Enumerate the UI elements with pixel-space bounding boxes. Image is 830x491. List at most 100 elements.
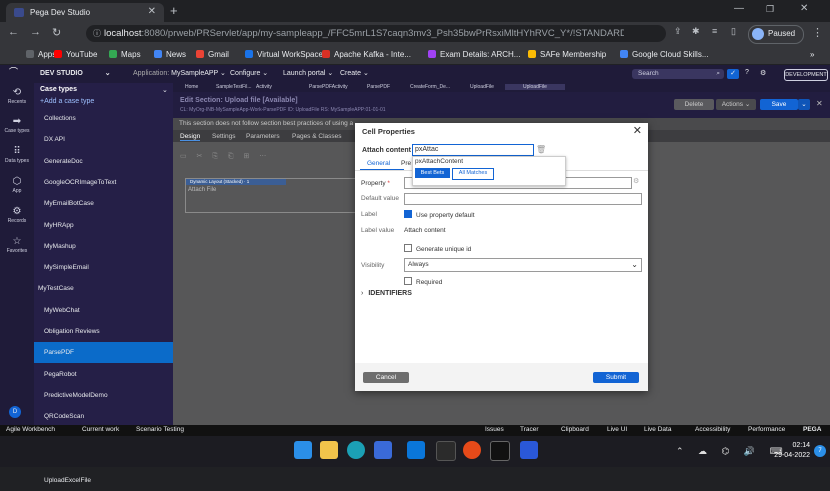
case-type-item[interactable]: UploadExcelFile <box>34 470 173 491</box>
notification-badge[interactable]: 7 <box>814 445 826 457</box>
status-item[interactable]: Current work <box>82 426 119 433</box>
address-bar[interactable]: ⓘ localhost:8080/prweb/PRServlet/app/my-… <box>86 25 666 42</box>
extensions-icon[interactable]: ✱ <box>692 26 700 37</box>
pega-logo-icon[interactable]: ⌒ <box>9 68 27 77</box>
work-tab[interactable]: Activity <box>256 84 272 90</box>
case-type-item[interactable]: MySimpleEmail <box>34 257 173 278</box>
add-case-type-link[interactable]: +Add a case type <box>40 98 94 105</box>
nav-case-types[interactable]: ➡ Case types <box>0 116 34 134</box>
bookmark-7[interactable]: Exam Details: ARCH... <box>428 50 520 59</box>
all-matches-tab[interactable]: All Matches <box>452 168 494 180</box>
new-tab-button[interactable]: + <box>170 3 178 18</box>
trash-icon[interactable]: 🗑 <box>536 145 546 154</box>
share-icon[interactable]: ⇪ <box>674 26 682 37</box>
gear-icon[interactable]: ⚙ <box>633 177 639 185</box>
bookmark-5[interactable]: Virtual WorkSpace <box>245 50 323 59</box>
status-item[interactable]: Live UI <box>607 426 627 433</box>
work-tab[interactable]: ParsePDFActivity <box>309 84 348 90</box>
sidebar-icon[interactable]: ▯ <box>731 26 736 37</box>
menu-configure[interactable]: Configure ⌄ <box>230 69 268 77</box>
best-bets-tab[interactable]: Best Bets <box>415 168 450 178</box>
bookmark-2[interactable]: Maps <box>109 50 141 59</box>
delete-button[interactable]: Delete <box>674 99 714 110</box>
case-type-item[interactable]: PegaRobot <box>34 364 173 385</box>
work-tab[interactable]: SampleTestFil... <box>216 84 252 90</box>
save-menu-chevron-icon[interactable]: ⌄ <box>798 99 810 110</box>
tab-general[interactable]: General <box>367 160 390 167</box>
mail-icon[interactable] <box>407 441 425 459</box>
work-tab[interactable]: UploadFile <box>505 84 565 90</box>
edge-icon[interactable] <box>347 441 365 459</box>
visibility-select[interactable]: Always ⌄ <box>404 258 642 272</box>
back-icon[interactable]: ← <box>8 26 19 38</box>
case-type-item[interactable]: GoogleOCRImageToText <box>34 172 173 193</box>
check-icon[interactable]: ✓ <box>727 69 739 79</box>
help-icon[interactable]: ? <box>745 69 749 76</box>
case-type-item[interactable]: DX API <box>34 129 173 150</box>
browser-tab[interactable]: Pega Dev Studio ✕ <box>6 3 164 22</box>
studio-switcher[interactable]: DEV STUDIO ⌄ <box>40 69 111 77</box>
tab-pages-classes[interactable]: Pages & Classes <box>292 133 342 140</box>
menu-launch-portal[interactable]: Launch portal ⌄ <box>283 69 333 77</box>
nav-favorites[interactable]: ☆ Favorites <box>0 236 34 254</box>
bookmark-3[interactable]: News <box>154 50 186 59</box>
modal-close-icon[interactable]: ✕ <box>633 124 642 137</box>
identifiers-section[interactable]: › IDENTIFIERS <box>361 290 412 297</box>
case-type-item[interactable]: ParsePDF <box>34 342 173 364</box>
bookmark-1[interactable]: YouTube <box>54 50 97 59</box>
actions-button[interactable]: Actions ⌄ <box>716 99 756 110</box>
submit-button[interactable]: Submit <box>593 372 639 383</box>
autocomplete-option[interactable]: pxAttachContent <box>415 158 463 165</box>
work-tab[interactable]: Home <box>185 84 198 90</box>
status-item[interactable]: Tracer <box>520 426 539 433</box>
window-close-icon[interactable]: ✕ <box>800 3 808 14</box>
status-item[interactable]: Issues <box>485 426 504 433</box>
status-item[interactable]: Agile Workbench <box>6 426 55 433</box>
outlook-icon[interactable] <box>436 441 456 461</box>
more-bookmarks[interactable]: » <box>810 50 814 59</box>
cancel-button[interactable]: Cancel <box>363 372 409 383</box>
tab-presentation[interactable]: Pre <box>401 160 411 167</box>
generate-unique-id-checkbox[interactable]: Generate unique id <box>404 244 471 253</box>
menu-kebab-icon[interactable]: ⋮ <box>812 26 823 39</box>
nav-recents[interactable]: ⟲ Recents <box>0 87 34 105</box>
save-button[interactable]: Save <box>760 99 798 110</box>
case-type-item[interactable]: Obligation Reviews <box>34 321 173 342</box>
pega-search-input[interactable]: Search ⌕ <box>632 69 724 79</box>
info-icon[interactable]: ⓘ <box>93 28 101 39</box>
application-switcher[interactable]: Application: MySampleAPP ⌄ <box>133 69 226 77</box>
status-item[interactable]: Performance <box>748 426 785 433</box>
work-tab[interactable]: ParsePDF <box>367 84 390 90</box>
minimize-icon[interactable]: — <box>734 3 744 14</box>
attach-file-cell[interactable]: Attach File <box>188 187 216 193</box>
windows-start-icon[interactable] <box>294 441 312 459</box>
attach-content-input[interactable]: pxAttac <box>412 144 534 156</box>
default-value-input[interactable] <box>404 193 642 205</box>
chrome-icon[interactable] <box>463 441 481 459</box>
nav-app[interactable]: ⬡ App <box>0 176 34 194</box>
tab-parameters[interactable]: Parameters <box>246 133 280 140</box>
profile-paused-button[interactable]: Paused <box>748 25 804 44</box>
work-tab[interactable]: CreateForm_De... <box>410 84 450 90</box>
tab-close-icon[interactable]: ✕ <box>148 6 156 17</box>
work-tab[interactable]: UploadFile <box>470 84 494 90</box>
gear-icon[interactable]: ⚙ <box>760 69 766 77</box>
status-item[interactable]: Scenario Testing <box>136 426 184 433</box>
nav-data-types[interactable]: ⠿ Data types <box>0 146 34 164</box>
file-explorer-icon[interactable] <box>320 441 338 459</box>
status-item[interactable]: Live Data <box>644 426 671 433</box>
status-item[interactable]: Clipboard <box>561 426 589 433</box>
reload-icon[interactable]: ↻ <box>52 26 61 39</box>
case-type-item[interactable]: GenerateDoc <box>34 151 173 172</box>
restore-icon[interactable]: ❐ <box>766 4 774 15</box>
bookmark-4[interactable]: Gmail <box>196 50 229 59</box>
case-type-item[interactable]: PredictiveModelDemo <box>34 385 173 406</box>
store-icon[interactable] <box>374 441 392 459</box>
required-checkbox[interactable]: Required <box>404 277 442 286</box>
reading-list-icon[interactable]: ≡ <box>712 26 717 36</box>
clock-date[interactable]: 29-04-2022 <box>758 452 810 459</box>
bookmark-8[interactable]: SAFe Membership <box>528 50 606 59</box>
close-icon[interactable]: ✕ <box>816 99 823 108</box>
chevron-down-icon[interactable]: ⌄ <box>162 86 168 94</box>
status-item[interactable]: PEGA <box>803 426 821 433</box>
